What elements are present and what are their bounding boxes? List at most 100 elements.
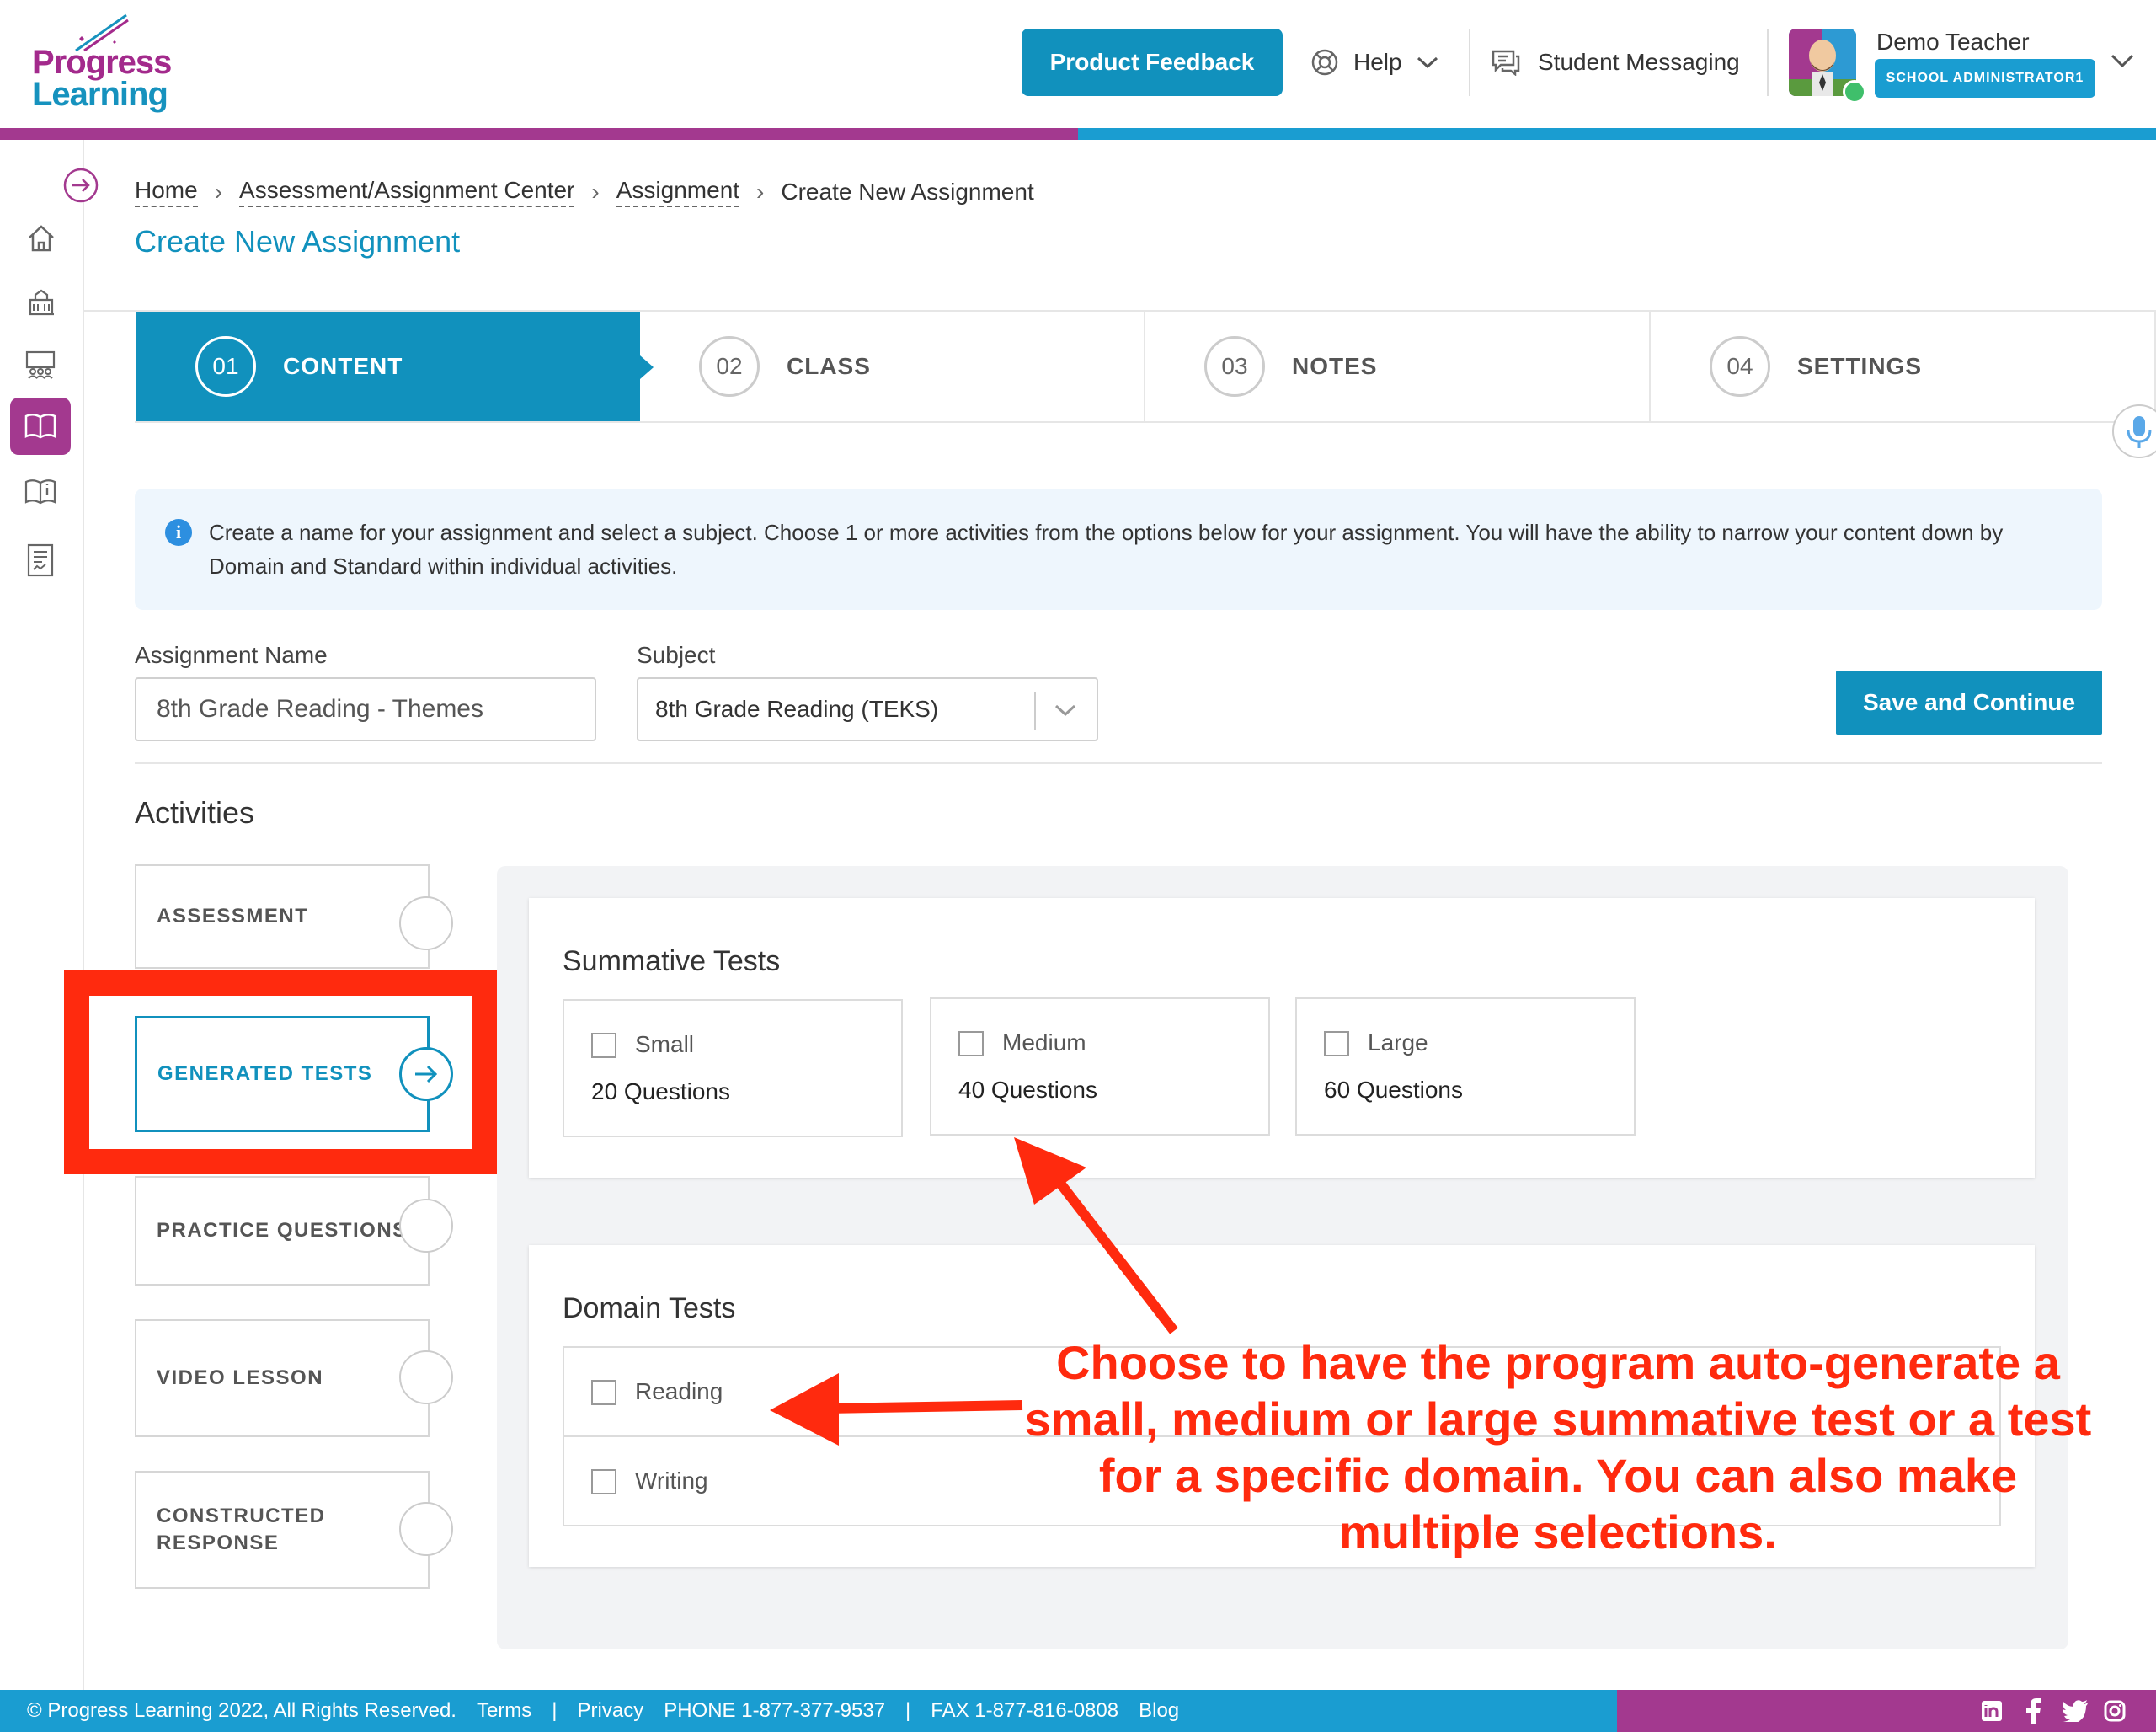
step-number: 02 bbox=[699, 336, 760, 397]
footer-blog-link[interactable]: Blog bbox=[1139, 1699, 1179, 1723]
home-icon[interactable] bbox=[25, 222, 57, 254]
help-menu[interactable]: Help bbox=[1310, 44, 1439, 81]
step-class[interactable]: 02 CLASS bbox=[640, 312, 1144, 421]
logo-learning-text[interactable]: Learning bbox=[32, 78, 168, 111]
option-name: Reading bbox=[635, 1378, 723, 1404]
annotation-callout-text: Choose to have the program auto-generate… bbox=[1011, 1334, 2105, 1560]
activity-tab-video-lesson[interactable]: VIDEO LESSON bbox=[135, 1319, 430, 1437]
summative-option-medium[interactable]: Medium 40 Questions bbox=[930, 997, 1270, 1136]
footer-separator: | bbox=[905, 1699, 911, 1722]
step-content[interactable]: 01 CONTENT bbox=[136, 312, 640, 421]
info-icon: i bbox=[165, 519, 192, 546]
logo-progress-text[interactable]: Progress bbox=[32, 45, 172, 79]
report-icon[interactable] bbox=[25, 543, 56, 578]
chevron-right-icon: › bbox=[756, 179, 765, 205]
subject-select-value: 8th Grade Reading (TEKS) bbox=[655, 696, 939, 722]
activity-status-circle bbox=[399, 896, 453, 950]
chevron-down-icon[interactable] bbox=[1053, 701, 1078, 719]
page-title: Create New Assignment bbox=[135, 224, 461, 259]
annotation-line: small, medium or large summative test or… bbox=[1024, 1393, 2092, 1446]
activity-tab-practice-questions[interactable]: PRACTICE QUESTIONS bbox=[135, 1176, 430, 1286]
summative-option-large[interactable]: Large 60 Questions bbox=[1295, 997, 1636, 1136]
facebook-icon[interactable] bbox=[2025, 1690, 2041, 1732]
online-status-dot bbox=[1843, 80, 1866, 104]
annotation-line: for a specific domain. You can also make bbox=[1098, 1449, 2018, 1502]
chevron-down-icon bbox=[1417, 56, 1438, 69]
header-accent-bar-purple bbox=[0, 128, 1078, 140]
activity-status-circle bbox=[399, 1199, 453, 1253]
school-icon[interactable] bbox=[25, 286, 57, 318]
chat-icon bbox=[1492, 50, 1520, 76]
step-number: 04 bbox=[1710, 336, 1770, 397]
breadcrumb-home[interactable]: Home bbox=[135, 177, 198, 207]
linkedin-icon[interactable] bbox=[1981, 1690, 2003, 1732]
footer-fax: FAX 1-877-816-0808 bbox=[931, 1699, 1119, 1722]
option-name: Small bbox=[635, 1031, 695, 1057]
activity-status-circle bbox=[399, 1502, 453, 1556]
summative-option-small[interactable]: Small 20 Questions bbox=[563, 999, 903, 1137]
product-feedback-button[interactable]: Product Feedback bbox=[1022, 29, 1283, 96]
microphone-icon bbox=[2127, 416, 2152, 448]
annotation-line: Choose to have the program auto-generate… bbox=[1056, 1336, 2060, 1389]
step-number: 01 bbox=[195, 336, 256, 397]
instagram-icon[interactable] bbox=[2104, 1690, 2126, 1732]
subject-select[interactable]: 8th Grade Reading (TEKS) bbox=[637, 677, 1098, 741]
student-messaging-link[interactable]: Student Messaging bbox=[1491, 44, 1740, 81]
chevron-right-icon: › bbox=[591, 179, 600, 205]
option-question-count: 60 Questions bbox=[1324, 1077, 1463, 1103]
step-label: SETTINGS bbox=[1797, 353, 1923, 379]
assignment-name-label: Assignment Name bbox=[135, 642, 328, 668]
assignment-name-input[interactable] bbox=[135, 677, 596, 741]
header-divider bbox=[1469, 29, 1470, 96]
header-accent-bar-blue bbox=[1078, 128, 2156, 140]
book-info-icon[interactable] bbox=[24, 477, 57, 507]
activity-tab-label: CONSTRUCTED bbox=[157, 1505, 326, 1527]
header-divider bbox=[1767, 29, 1769, 96]
activities-heading: Activities bbox=[135, 795, 255, 830]
checkbox-small[interactable] bbox=[591, 1033, 616, 1058]
step-label: CONTENT bbox=[283, 353, 403, 379]
footer-links: © Progress Learning 2022, All Rights Res… bbox=[27, 1690, 1199, 1732]
twitter-icon[interactable] bbox=[2062, 1690, 2089, 1732]
assignment-stepper: 01 CONTENT 02 CLASS 03 NOTES 04 SETTINGS bbox=[135, 312, 2156, 423]
breadcrumb-assessment-center[interactable]: Assessment/Assignment Center bbox=[239, 177, 575, 207]
classroom-icon[interactable] bbox=[24, 349, 57, 381]
activity-tab-constructed-response[interactable]: CONSTRUCTED RESPONSE bbox=[135, 1471, 430, 1589]
checkbox-reading[interactable] bbox=[591, 1380, 616, 1405]
summative-tests-title: Summative Tests bbox=[563, 945, 781, 977]
step-notes[interactable]: 03 NOTES bbox=[1145, 312, 1649, 421]
footer-separator: | bbox=[552, 1699, 558, 1722]
highlight-annotation-box bbox=[64, 970, 497, 1174]
save-and-continue-button[interactable]: Save and Continue bbox=[1836, 671, 2102, 735]
breadcrumb-current: Create New Assignment bbox=[781, 179, 1034, 205]
voice-input-button[interactable] bbox=[2112, 404, 2156, 458]
activity-status-circle bbox=[399, 1350, 453, 1404]
footer-terms-link[interactable]: Terms bbox=[477, 1699, 531, 1723]
step-label: NOTES bbox=[1292, 353, 1378, 379]
step-number: 03 bbox=[1204, 336, 1265, 397]
lifebuoy-icon bbox=[1311, 49, 1338, 76]
breadcrumb: Home › Assessment/Assignment Center › As… bbox=[135, 177, 1034, 207]
step-label: CLASS bbox=[787, 353, 871, 379]
checkbox-large[interactable] bbox=[1324, 1031, 1349, 1056]
footer-phone: PHONE 1-877-377-9537 bbox=[664, 1699, 886, 1722]
activity-tab-assessment[interactable]: ASSESSMENT bbox=[135, 864, 430, 969]
expand-arrow-icon[interactable] bbox=[62, 167, 99, 204]
book-icon bbox=[24, 414, 56, 439]
option-name: Medium bbox=[1002, 1029, 1086, 1056]
user-menu-chevron-icon[interactable] bbox=[2110, 51, 2135, 71]
domain-tests-title: Domain Tests bbox=[563, 1292, 736, 1324]
checkbox-medium[interactable] bbox=[958, 1031, 984, 1056]
activity-tab-label: ASSESSMENT bbox=[157, 905, 309, 927]
option-question-count: 40 Questions bbox=[958, 1077, 1097, 1103]
help-label: Help bbox=[1353, 49, 1402, 75]
checkbox-writing[interactable] bbox=[591, 1469, 616, 1494]
breadcrumb-assignment[interactable]: Assignment bbox=[616, 177, 740, 207]
subject-label: Subject bbox=[637, 642, 716, 668]
footer-privacy-link[interactable]: Privacy bbox=[578, 1699, 644, 1723]
student-messaging-label: Student Messaging bbox=[1538, 49, 1740, 75]
option-name: Large bbox=[1368, 1029, 1428, 1056]
step-settings[interactable]: 04 SETTINGS bbox=[1651, 312, 2154, 421]
activity-tab-label: PRACTICE QUESTIONS bbox=[157, 1219, 408, 1242]
annotation-line: multiple selections. bbox=[1339, 1505, 1777, 1558]
